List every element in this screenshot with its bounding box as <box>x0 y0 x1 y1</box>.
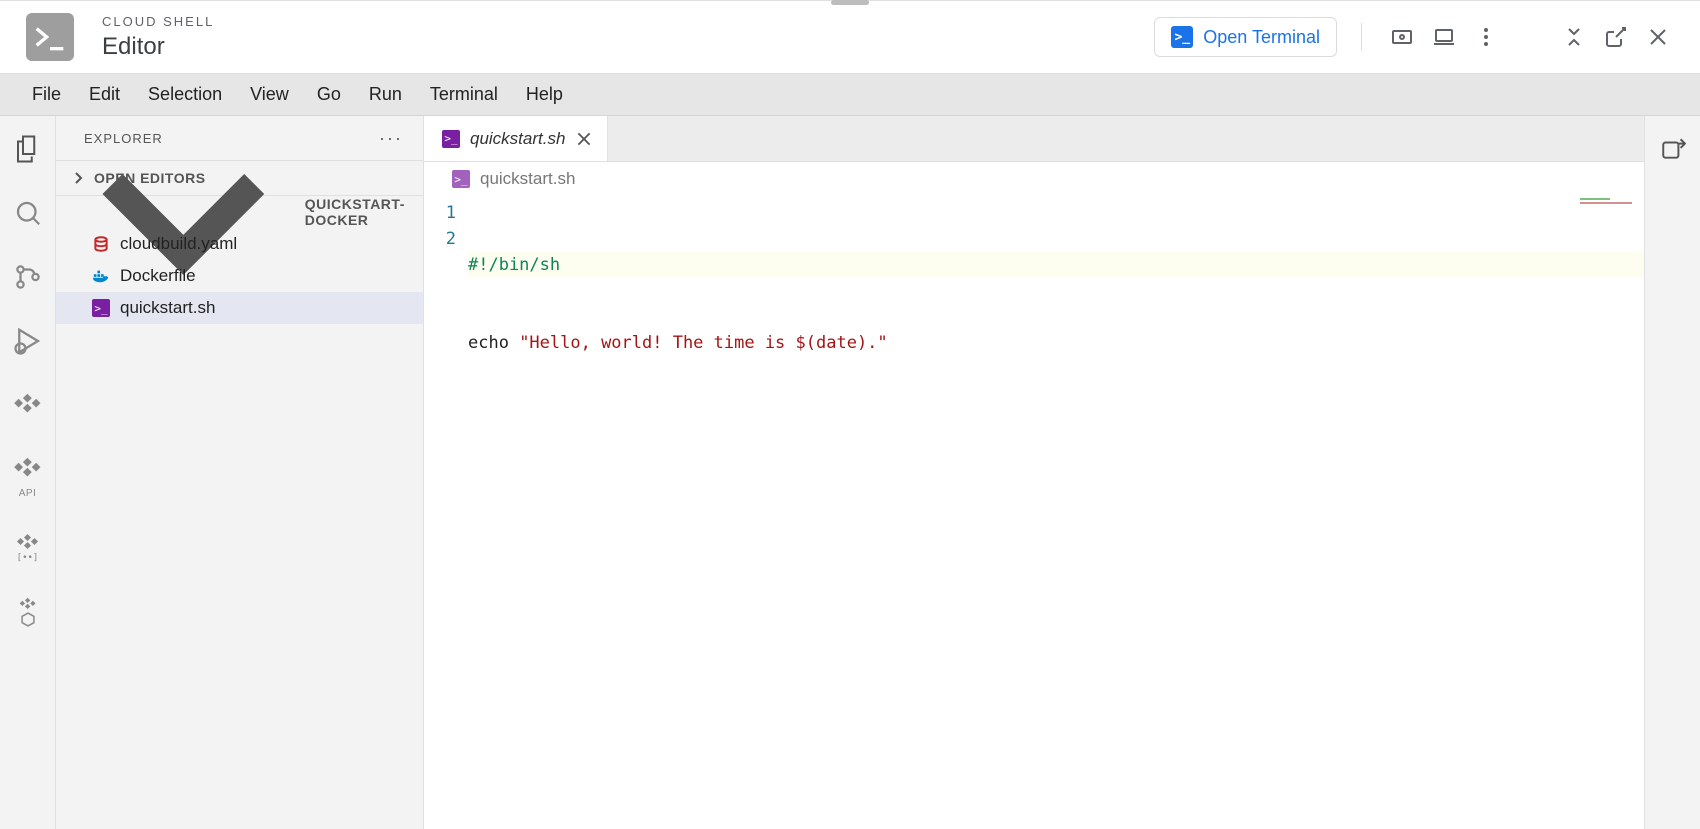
file-item-dockerfile[interactable]: Dockerfile <box>56 260 423 292</box>
minimap[interactable] <box>1580 198 1632 208</box>
code-shebang: #!/bin/sh <box>468 255 560 275</box>
context-label: CLOUD SHELL <box>102 14 214 29</box>
code-string: "Hello, world! The time is $(date)." <box>519 333 887 353</box>
menu-help[interactable]: Help <box>512 78 577 111</box>
file-name: quickstart.sh <box>120 298 215 318</box>
collapse-icon[interactable] <box>1558 21 1590 53</box>
cloud-shell-header: CLOUD SHELL Editor >_ Open Terminal <box>0 0 1700 74</box>
terminal-icon: >_ <box>1171 26 1193 48</box>
shell-file-icon: >_ <box>92 299 110 317</box>
menu-go[interactable]: Go <box>303 78 355 111</box>
shell-file-icon: >_ <box>452 170 470 188</box>
kubernetes-icon[interactable] <box>13 597 43 627</box>
open-new-window-icon[interactable] <box>1600 21 1632 53</box>
source-control-icon[interactable] <box>13 262 43 292</box>
file-item-quickstart[interactable]: >_ quickstart.sh <box>56 292 423 324</box>
menu-run[interactable]: Run <box>355 78 416 111</box>
page-title: Editor <box>102 33 214 61</box>
workspace-folder[interactable]: QUICKSTART-DOCKER <box>56 196 423 228</box>
workspace-folder-label: QUICKSTART-DOCKER <box>305 196 413 228</box>
search-icon[interactable] <box>13 198 43 228</box>
explorer-more-icon[interactable]: ··· <box>379 128 403 149</box>
menu-file[interactable]: File <box>18 78 75 111</box>
preview-icon[interactable] <box>1386 21 1418 53</box>
editor-tabs: >_ quickstart.sh <box>424 116 1644 162</box>
shell-file-icon: >_ <box>442 130 460 148</box>
file-name: cloudbuild.yaml <box>120 234 237 254</box>
code-editor[interactable]: 1 2 #!/bin/sh echo "Hello, world! The ti… <box>424 196 1644 829</box>
yaml-file-icon <box>92 235 110 253</box>
menu-terminal[interactable]: Terminal <box>416 78 512 111</box>
cloud-code-icon[interactable] <box>13 390 43 420</box>
docker-file-icon <box>92 267 110 285</box>
file-item-cloudbuild[interactable]: cloudbuild.yaml <box>56 228 423 260</box>
explorer-panel: EXPLORER ··· OPEN EDITORS QUICKSTART-DOC… <box>56 116 424 829</box>
cloud-shell-logo-icon <box>26 13 74 61</box>
right-rail <box>1644 116 1700 829</box>
line-number: 1 <box>424 200 456 226</box>
code-content[interactable]: #!/bin/sh echo "Hello, world! The time i… <box>468 196 1644 829</box>
tab-label: quickstart.sh <box>470 129 565 149</box>
breadcrumb-label: quickstart.sh <box>480 169 575 189</box>
line-number-gutter: 1 2 <box>424 196 468 829</box>
toggle-panel-icon[interactable] <box>1658 134 1688 164</box>
activity-bar: API [••] <box>0 116 56 829</box>
line-number: 2 <box>424 226 456 252</box>
breadcrumb[interactable]: >_ quickstart.sh <box>424 162 1644 196</box>
divider <box>1361 23 1362 51</box>
secret-manager-icon[interactable]: [••] <box>13 533 43 563</box>
cloud-apis-caption: API <box>19 488 37 499</box>
open-terminal-button[interactable]: >_ Open Terminal <box>1154 17 1337 57</box>
close-icon[interactable] <box>1642 21 1674 53</box>
more-vert-icon[interactable] <box>1470 21 1502 53</box>
files-icon[interactable] <box>13 134 43 164</box>
laptop-icon[interactable] <box>1428 21 1460 53</box>
workbench: API [••] EXPLORER ··· OPEN EDITORS QUICK… <box>0 116 1700 829</box>
cloud-apis-icon[interactable] <box>13 454 43 484</box>
editor-group: >_ quickstart.sh >_ quickstart.sh 1 2 #!… <box>424 116 1644 829</box>
debug-icon[interactable] <box>13 326 43 356</box>
tab-quickstart[interactable]: >_ quickstart.sh <box>424 116 608 161</box>
drag-handle-icon[interactable] <box>831 0 869 5</box>
code-keyword: echo <box>468 333 519 353</box>
tab-close-icon[interactable] <box>575 130 593 148</box>
file-name: Dockerfile <box>120 266 196 286</box>
open-terminal-label: Open Terminal <box>1203 27 1320 48</box>
